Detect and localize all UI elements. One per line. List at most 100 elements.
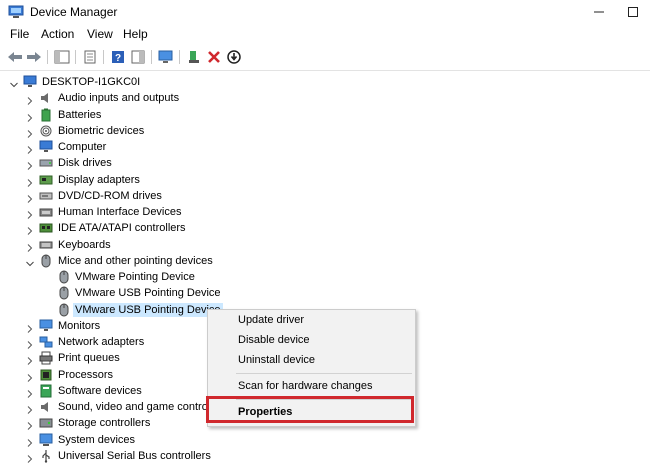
keyboard-icon — [39, 238, 53, 252]
chevron-right-icon[interactable] — [26, 127, 34, 138]
battery-icon — [39, 108, 53, 122]
toolbar-separator — [179, 50, 180, 64]
menu-action[interactable]: Action — [41, 27, 74, 41]
tree-root[interactable]: DESKTOP-I1GKC0I — [0, 74, 650, 90]
chevron-right-icon[interactable] — [26, 192, 34, 203]
chevron-right-icon[interactable] — [26, 224, 34, 236]
chevron-down-icon[interactable] — [26, 257, 34, 266]
disk-drive-icon — [39, 156, 53, 170]
usb-icon — [39, 449, 53, 463]
chevron-right-icon[interactable] — [26, 338, 34, 349]
chevron-right-icon[interactable] — [26, 387, 34, 398]
help-icon: ? — [111, 50, 125, 64]
speaker-icon — [39, 400, 53, 414]
tree-device-label: VMware USB Pointing Device — [75, 287, 221, 300]
tree-category-mice-and-other-pointing-devices[interactable]: Mice and other pointing devices — [0, 253, 650, 269]
tree-category-human-interface-devices[interactable]: Human Interface Devices — [0, 204, 650, 220]
chevron-right-icon[interactable] — [26, 143, 34, 154]
tree-category-computer[interactable]: Computer — [0, 139, 650, 155]
title-bar: Device Manager — [0, 0, 650, 24]
chevron-right-icon[interactable] — [26, 159, 34, 171]
tree-category-label: Biometric devices — [58, 124, 145, 137]
tree-category-label: Computer — [58, 141, 107, 153]
menu-help[interactable]: Help — [123, 27, 148, 41]
chevron-right-icon[interactable] — [26, 176, 34, 187]
tree-category-disk-drives[interactable]: Disk drives — [0, 155, 650, 171]
update-driver-button[interactable] — [185, 48, 203, 66]
scan-hardware-icon — [158, 50, 174, 64]
software-device-icon — [39, 384, 53, 398]
tree-category-label: Mice and other pointing devices — [58, 254, 213, 267]
menu-bar: File Action View Help — [0, 25, 650, 44]
chevron-right-icon[interactable] — [26, 436, 34, 447]
toolbar-separator — [47, 50, 48, 64]
tree-category-biometric-devices[interactable]: Biometric devices — [0, 123, 650, 139]
properties-button[interactable] — [81, 48, 99, 66]
tree-category-keyboards[interactable]: Keyboards — [0, 237, 650, 253]
disable-device-button[interactable] — [225, 48, 243, 66]
chevron-right-icon[interactable] — [26, 111, 34, 122]
processor-icon — [39, 368, 53, 382]
chevron-right-icon[interactable] — [26, 452, 34, 463]
network-adapter-icon — [39, 335, 53, 349]
toolbar-separator — [151, 50, 152, 64]
ide-controller-icon — [39, 221, 53, 235]
minimize-icon — [594, 7, 604, 17]
tree-category-system-devices[interactable]: System devices — [0, 432, 650, 448]
chevron-down-icon[interactable] — [10, 78, 18, 88]
ctx-disable-device[interactable]: Disable device — [238, 334, 310, 346]
tree-category-label: Processors — [58, 368, 114, 381]
show-hide-console-tree-icon — [54, 50, 70, 64]
back-arrow-icon — [7, 50, 23, 64]
ctx-scan-hardware[interactable]: Scan for hardware changes — [238, 380, 373, 392]
ctx-uninstall-device[interactable]: Uninstall device — [238, 354, 315, 366]
tree-category-display-adapters[interactable]: Display adapters — [0, 172, 650, 188]
tree-category-label: Sound, video and game controllers — [58, 401, 228, 413]
ctx-update-driver[interactable]: Update driver — [238, 314, 304, 326]
forward-button[interactable] — [25, 48, 43, 66]
maximize-button[interactable] — [616, 0, 650, 24]
dvd-drive-icon — [39, 189, 53, 203]
properties-icon — [83, 50, 97, 64]
tree-category-label: Keyboards — [58, 238, 111, 251]
uninstall-device-icon — [207, 50, 221, 64]
console-tree-button[interactable] — [53, 48, 71, 66]
tree-category-label: Disk drives — [58, 157, 112, 170]
tree-device-vmware-usb-pointing-device[interactable]: VMware USB Pointing Device — [0, 285, 650, 301]
tree-category-label: IDE ATA/ATAPI controllers — [58, 222, 186, 235]
tree-category-ide-ata-atapi-controllers[interactable]: IDE ATA/ATAPI controllers — [0, 220, 650, 236]
tree-category-label: System devices — [58, 433, 136, 446]
action-pane-icon — [131, 50, 145, 64]
scan-hardware-button[interactable] — [157, 48, 175, 66]
tree-category-label: Monitors — [58, 319, 101, 332]
printer-icon — [39, 351, 53, 365]
chevron-right-icon[interactable] — [26, 354, 34, 366]
tree-device-vmware-pointing-device[interactable]: VMware Pointing Device — [0, 269, 650, 285]
tree-category-dvd-cd-rom-drives[interactable]: DVD/CD-ROM drives — [0, 188, 650, 204]
tree-device-label: VMware Pointing Device — [75, 271, 195, 283]
tree-category-batteries[interactable]: Batteries — [0, 107, 650, 123]
chevron-right-icon[interactable] — [26, 241, 34, 252]
tree-category-label: DVD/CD-ROM drives — [58, 189, 162, 202]
chevron-right-icon[interactable] — [26, 322, 34, 333]
forward-arrow-icon — [26, 50, 42, 64]
properties-highlight-box — [206, 396, 414, 423]
toolbar-separator — [75, 50, 76, 64]
tree-category-audio-inputs-and-outputs[interactable]: Audio inputs and outputs — [0, 90, 650, 106]
chevron-right-icon[interactable] — [26, 94, 34, 106]
tree-category-universal-serial-bus-controllers[interactable]: Universal Serial Bus controllers — [0, 448, 650, 464]
tree-category-label: Batteries — [58, 108, 102, 121]
chevron-right-icon[interactable] — [26, 208, 34, 219]
chevron-right-icon[interactable] — [26, 403, 34, 414]
chevron-right-icon[interactable] — [26, 371, 34, 382]
help-button[interactable]: ? — [109, 48, 127, 66]
menu-file[interactable]: File — [10, 27, 29, 41]
minimize-button[interactable] — [582, 0, 616, 24]
mouse-icon — [39, 254, 53, 268]
menu-view[interactable]: View — [87, 27, 113, 41]
chevron-right-icon[interactable] — [26, 419, 34, 431]
action-pane-button[interactable] — [129, 48, 147, 66]
back-button[interactable] — [6, 48, 24, 66]
computer-icon — [23, 75, 37, 89]
uninstall-device-button[interactable] — [205, 48, 223, 66]
